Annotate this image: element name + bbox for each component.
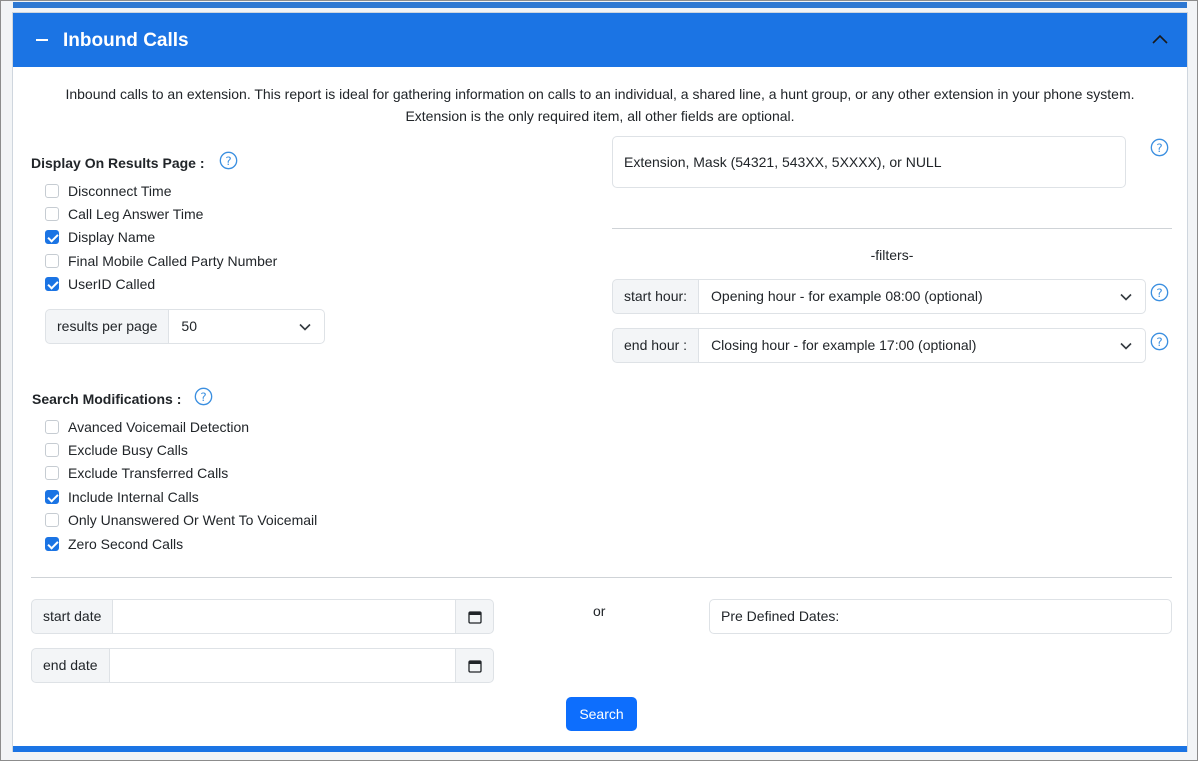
mod-option-exclude-busy[interactable]: Exclude Busy Calls bbox=[45, 438, 317, 461]
chevron-up-icon[interactable] bbox=[1151, 31, 1169, 49]
calendar-icon bbox=[468, 611, 482, 624]
description-line-2: Extension is the only required item, all… bbox=[405, 108, 795, 124]
results-per-page-value: 50 bbox=[181, 318, 197, 334]
next-panel-edge bbox=[13, 746, 1187, 752]
mod-option-only-unanswered[interactable]: Only Unanswered Or Went To Voicemail bbox=[45, 509, 317, 532]
inbound-calls-panel: Inbound Calls Inbound calls to an extens… bbox=[12, 12, 1188, 752]
checkbox[interactable] bbox=[45, 207, 59, 222]
display-option-final-mobile-number[interactable]: Final Mobile Called Party Number bbox=[45, 249, 277, 272]
end-hour-label: end hour : bbox=[612, 328, 700, 363]
search-mods-help-icon[interactable]: ? bbox=[194, 387, 213, 406]
mod-option-include-internal[interactable]: Include Internal Calls bbox=[45, 485, 317, 508]
checkbox-checked[interactable] bbox=[45, 489, 59, 504]
end-hour-group: end hour : Closing hour - for example 17… bbox=[612, 328, 1146, 363]
end-date-calendar-button[interactable] bbox=[456, 648, 494, 683]
checkbox[interactable] bbox=[45, 183, 59, 198]
start-hour-value: Opening hour - for example 08:00 (option… bbox=[711, 288, 983, 304]
extension-help-icon[interactable]: ? bbox=[1150, 138, 1169, 157]
display-option-disconnect-time[interactable]: Disconnect Time bbox=[45, 179, 277, 202]
svg-text:?: ? bbox=[200, 390, 206, 404]
panel-header[interactable]: Inbound Calls bbox=[13, 13, 1187, 67]
start-hour-select[interactable]: Opening hour - for example 08:00 (option… bbox=[699, 279, 1146, 314]
checkbox-checked[interactable] bbox=[45, 277, 59, 292]
checkbox[interactable] bbox=[45, 253, 59, 268]
mod-option-advanced-voicemail[interactable]: Avanced Voicemail Detection bbox=[45, 415, 317, 438]
filters-label: -filters- bbox=[870, 247, 914, 263]
report-description: Inbound calls to an extension. This repo… bbox=[13, 83, 1187, 127]
checkbox-checked[interactable] bbox=[45, 230, 59, 245]
checkbox[interactable] bbox=[45, 466, 59, 481]
start-hour-help-icon[interactable]: ? bbox=[1150, 283, 1169, 302]
checkbox[interactable] bbox=[45, 513, 59, 528]
end-hour-select[interactable]: Closing hour - for example 17:00 (option… bbox=[699, 328, 1146, 363]
results-per-page-select[interactable]: 50 bbox=[169, 309, 325, 344]
search-mod-options: Avanced Voicemail Detection Exclude Busy… bbox=[45, 415, 317, 555]
mod-option-exclude-transferred[interactable]: Exclude Transferred Calls bbox=[45, 462, 317, 485]
collapse-minus-icon[interactable] bbox=[36, 39, 48, 41]
svg-text:?: ? bbox=[1156, 141, 1162, 155]
end-hour-help-icon[interactable]: ? bbox=[1150, 332, 1169, 351]
window-frame: Inbound Calls Inbound calls to an extens… bbox=[0, 0, 1198, 761]
panel-title: Inbound Calls bbox=[63, 30, 189, 51]
chevron-down-icon bbox=[1120, 342, 1132, 350]
svg-text:?: ? bbox=[225, 154, 231, 168]
start-date-calendar-button[interactable] bbox=[456, 599, 494, 634]
checkbox-checked[interactable] bbox=[45, 536, 59, 551]
previous-panel-edge bbox=[13, 2, 1187, 8]
start-hour-label: start hour: bbox=[612, 279, 700, 314]
results-per-page-label: results per page bbox=[45, 309, 170, 344]
svg-text:?: ? bbox=[1156, 286, 1162, 300]
or-label: or bbox=[593, 603, 606, 619]
dates-divider bbox=[31, 577, 1172, 578]
checkbox[interactable] bbox=[45, 443, 59, 458]
display-help-icon[interactable]: ? bbox=[219, 151, 238, 170]
start-date-group: start date bbox=[31, 599, 494, 634]
display-option-userid-called[interactable]: UserID Called bbox=[45, 273, 277, 296]
display-options: Disconnect Time Call Leg Answer Time Dis… bbox=[45, 179, 277, 296]
start-hour-group: start hour: Opening hour - for example 0… bbox=[612, 279, 1146, 314]
display-option-display-name[interactable]: Display Name bbox=[45, 226, 277, 249]
search-button[interactable]: Search bbox=[566, 697, 637, 731]
display-option-call-leg-answer-time[interactable]: Call Leg Answer Time bbox=[45, 202, 277, 225]
start-date-label: start date bbox=[31, 599, 114, 634]
svg-text:?: ? bbox=[1156, 335, 1162, 349]
chevron-down-icon bbox=[299, 323, 311, 331]
predefined-dates-select[interactable]: Pre Defined Dates: bbox=[709, 599, 1172, 634]
description-line-1: Inbound calls to an extension. This repo… bbox=[65, 86, 1135, 102]
start-date-input[interactable] bbox=[113, 599, 456, 634]
mod-option-zero-second[interactable]: Zero Second Calls bbox=[45, 532, 317, 555]
end-date-group: end date bbox=[31, 648, 494, 683]
filters-divider bbox=[612, 228, 1172, 229]
end-date-input[interactable] bbox=[109, 648, 456, 683]
search-mods-title: Search Modifications : bbox=[32, 391, 182, 407]
display-section-title: Display On Results Page : bbox=[31, 155, 205, 171]
checkbox[interactable] bbox=[45, 419, 59, 434]
chevron-down-icon bbox=[1120, 293, 1132, 301]
extension-input[interactable]: Extension, Mask (54321, 543XX, 5XXXX), o… bbox=[612, 136, 1126, 188]
end-date-label: end date bbox=[31, 648, 110, 683]
calendar-icon bbox=[468, 660, 482, 673]
end-hour-value: Closing hour - for example 17:00 (option… bbox=[711, 337, 977, 353]
results-per-page-group: results per page 50 bbox=[45, 309, 325, 344]
